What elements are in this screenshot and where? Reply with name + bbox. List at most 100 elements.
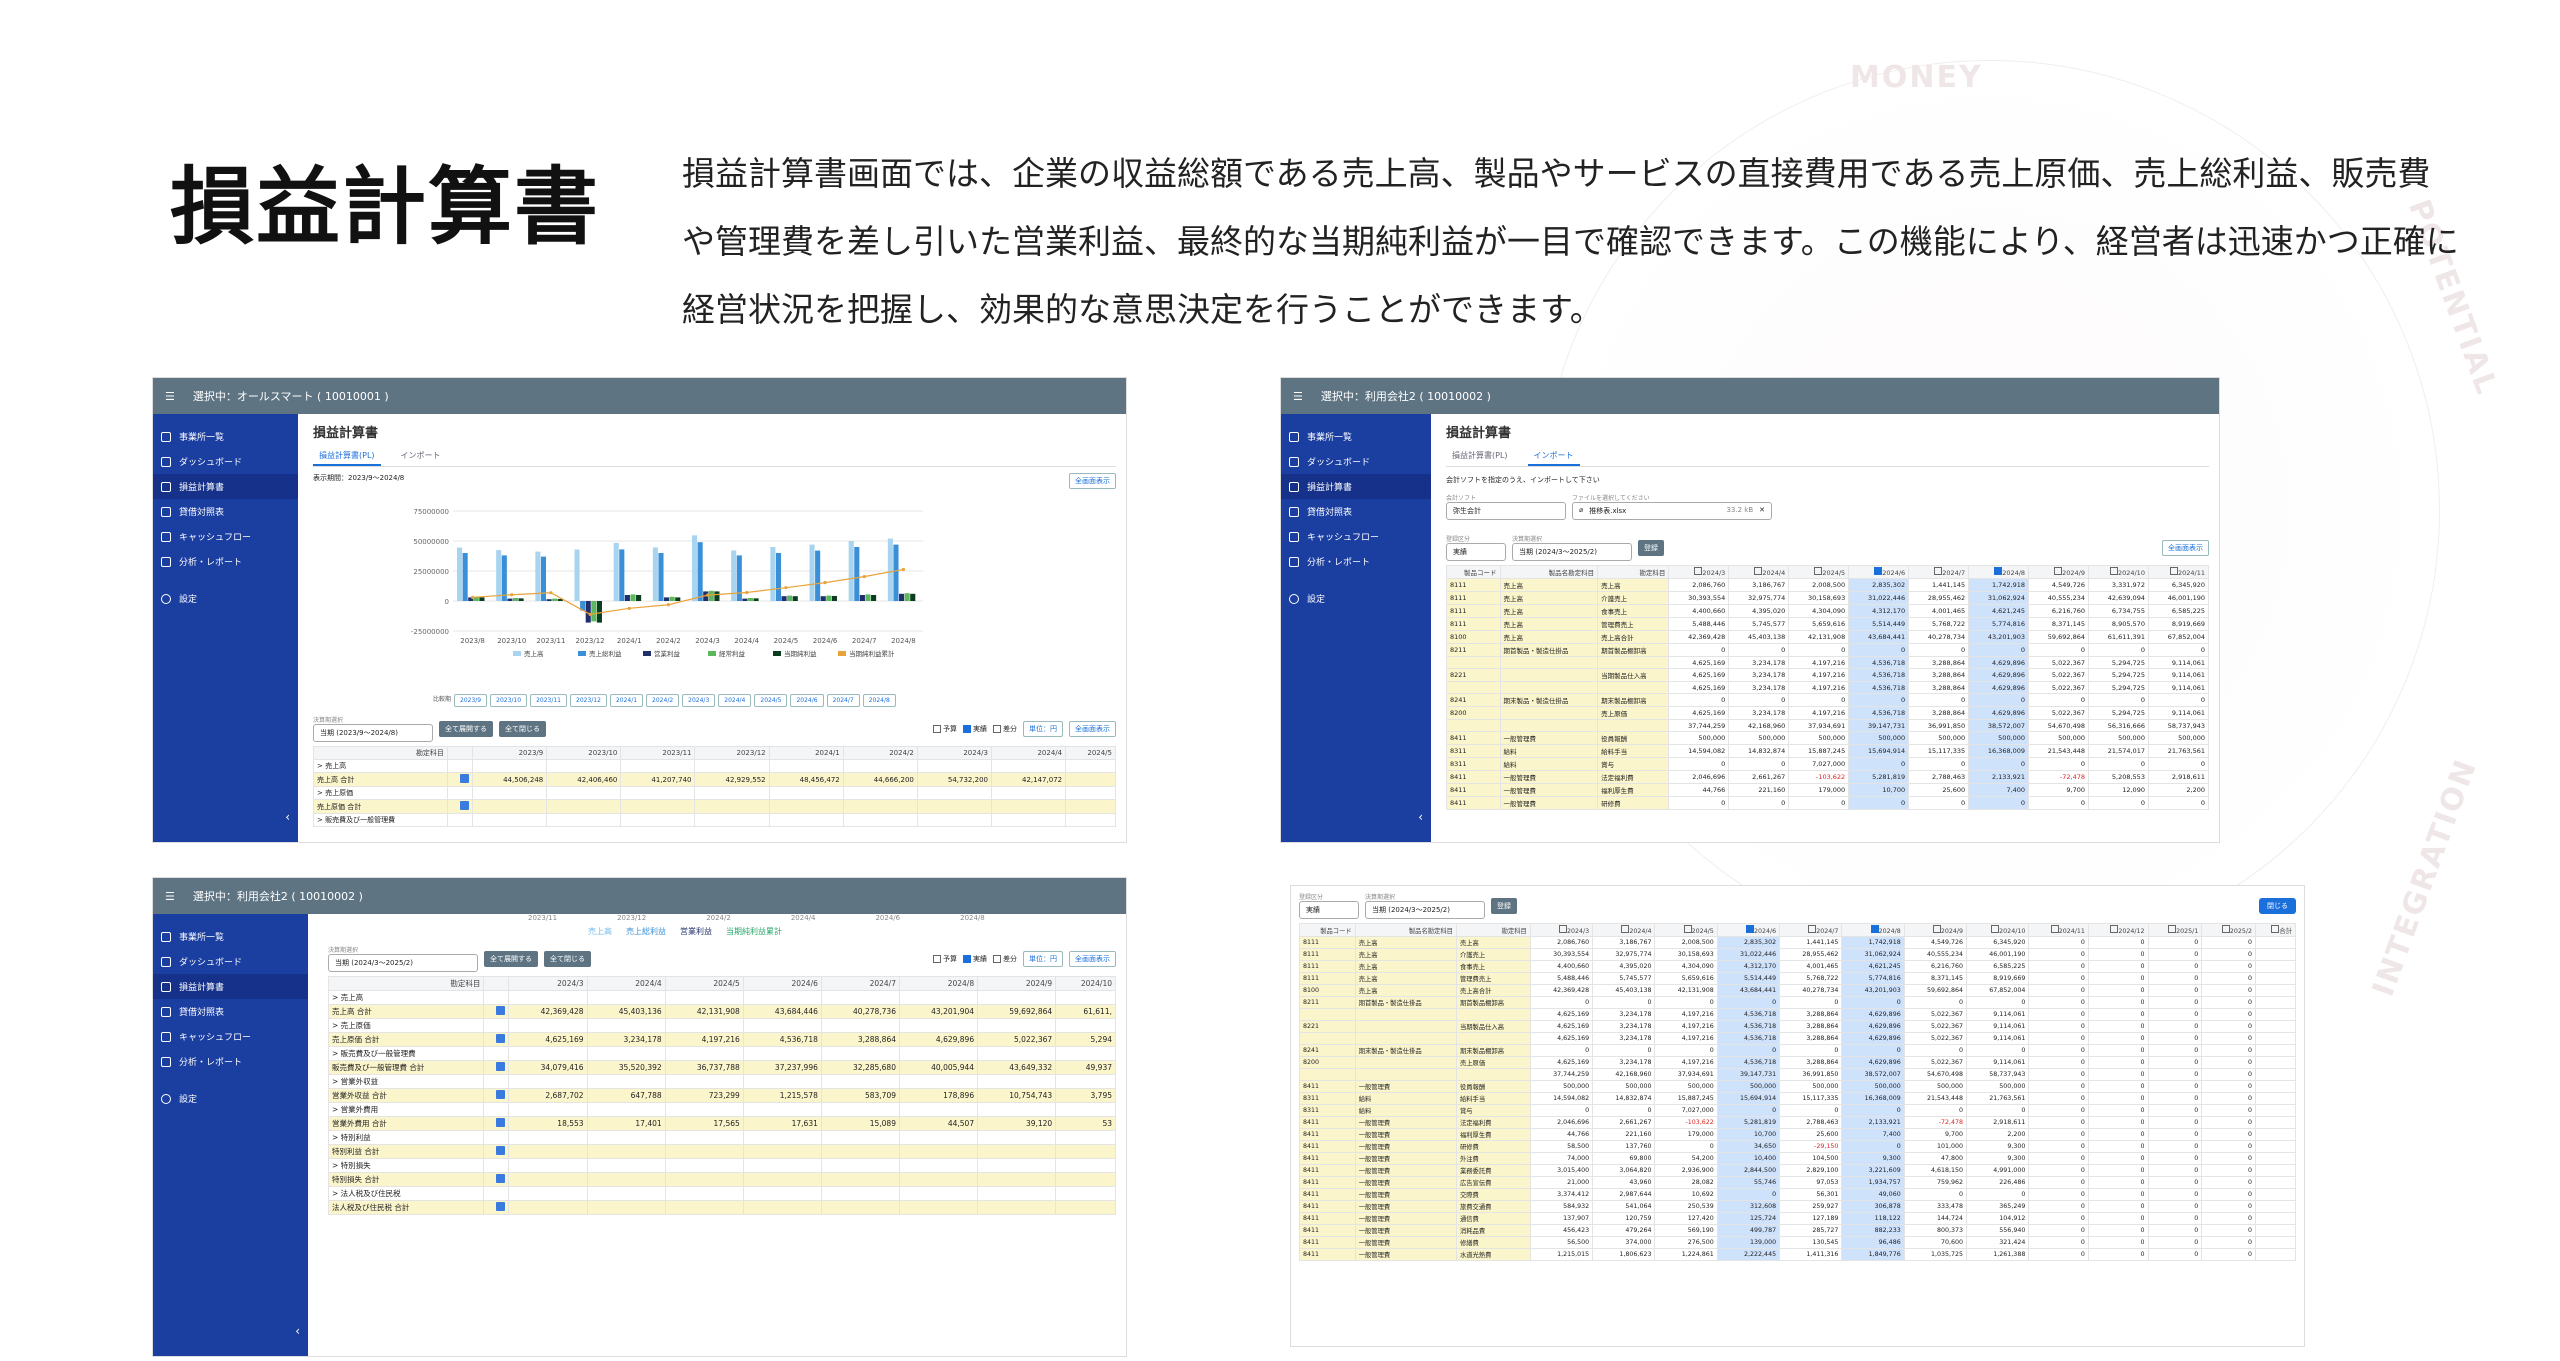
table-row[interactable]: 8411 一般管理費 福利厚生費 44,766 221,160 179,000 10,700…: [1446, 783, 2210, 797]
table-row[interactable]: 8411 一般管理費 修繕費 56,500 374,000 276,500 139,000 1…: [1299, 1236, 2296, 1249]
menu-icon[interactable]: ☰: [165, 390, 175, 403]
menu-icon[interactable]: ☰: [1293, 390, 1303, 403]
fullscreen-button[interactable]: 全画面表示: [1069, 950, 1116, 967]
budget-checkbox[interactable]: 予算: [933, 954, 957, 964]
table-row[interactable]: 8411 一般管理費 業務委託費 3,015,400 3,064,820 2,936,90…: [1299, 1164, 2296, 1177]
table-row[interactable]: 8100 売上高 売上高合計 42,369,428 45,403,138 42,131,9…: [1299, 984, 2296, 997]
sidebar-item-bs[interactable]: 貸借対照表: [153, 499, 298, 524]
collapse-sidebar-icon[interactable]: ‹: [285, 810, 290, 824]
table-row[interactable]: 8111 売上高 介護売上 30,393,554 32,975,774 30,158,69…: [1446, 591, 2210, 605]
register-button[interactable]: 登録: [1638, 539, 1664, 556]
sidebar-item-bs[interactable]: 貸借対照表: [1281, 499, 1431, 524]
table-row[interactable]: > 売上原価: [313, 786, 1116, 800]
table-row[interactable]: > 売上原価: [327, 1018, 1116, 1033]
table-row[interactable]: 8100 売上高 売上高合計 42,369,428 45,403,138 42,131,9…: [1446, 630, 2210, 644]
table-row[interactable]: 8111 売上高 売上高 2,086,760 3,186,767 2,008,500 2,8…: [1299, 936, 2296, 949]
software-select[interactable]: 弥生会計: [1446, 502, 1566, 520]
close-fullscreen-button[interactable]: 閉じる: [2259, 897, 2296, 914]
table-row[interactable]: 営業外収益 合計 2,687,702 647,788 723,299 1,215,578…: [327, 1088, 1116, 1103]
table-row[interactable]: 8211 期首製品・製造仕掛品 期首製品棚卸高 0 0 0 0 0 0 0 0 0: [1446, 643, 2210, 657]
type-select[interactable]: 実績: [1446, 543, 1506, 561]
table-row[interactable]: 8411 一般管理費 交際費 3,374,412 2,987,644 10,692 0 56,…: [1299, 1188, 2296, 1201]
collapse-all-button[interactable]: 全て閉じる: [499, 720, 546, 737]
sidebar-item-analysis[interactable]: 分析・レポート: [153, 549, 298, 574]
period-select[interactable]: 当期 (2023/9～2024/8): [313, 724, 433, 742]
pill[interactable]: 2024/8: [862, 694, 896, 707]
table-row[interactable]: 8411 一般管理費 役員報酬 500,000 500,000 500,000 500,00…: [1446, 731, 2210, 745]
sidebar-item-settings[interactable]: 設定: [153, 1086, 308, 1111]
table-row[interactable]: 37,744,259 42,168,960 37,934,691 39,147,731…: [1446, 719, 2210, 732]
file-input[interactable]: ⌀ 推移表.xlsx 33.2 kB ✕: [1572, 502, 1772, 520]
pill[interactable]: 2024/1: [609, 694, 644, 707]
diff-checkbox[interactable]: 差分: [993, 724, 1017, 734]
diff-checkbox[interactable]: 差分: [993, 954, 1017, 964]
collapse-sidebar-icon[interactable]: ‹: [295, 1324, 300, 1338]
sidebar-item-pl[interactable]: 損益計算書: [153, 474, 298, 499]
table-row[interactable]: 8311 給料 給料手当 14,594,082 14,832,874 15,887,245…: [1446, 744, 2210, 758]
column-checkbox[interactable]: [1991, 925, 2000, 933]
pill[interactable]: 2024/4: [718, 694, 752, 707]
detail-icon[interactable]: [496, 1034, 506, 1043]
table-row[interactable]: 8211 期首製品・製造仕掛品 期首製品棚卸高 0 0 0 0 0 0 0 0 0 0 0 0: [1299, 996, 2296, 1009]
pill[interactable]: 2024/6: [790, 694, 824, 707]
table-row[interactable]: > 営業外収益: [327, 1074, 1116, 1089]
column-checkbox[interactable]: [1683, 925, 1692, 933]
detail-icon[interactable]: [496, 1090, 506, 1099]
fullscreen-table-button[interactable]: 全画面表示: [1069, 720, 1116, 737]
table-row[interactable]: 4,625,169 3,234,178 4,197,216 4,536,718 3,28…: [1446, 681, 2210, 694]
sidebar-item-bs[interactable]: 貸借対照表: [153, 999, 308, 1024]
unit-select[interactable]: 単位：円: [1023, 950, 1063, 967]
pill[interactable]: 2024/7: [826, 694, 860, 707]
sidebar-item-offices[interactable]: 事業所一覧: [1281, 424, 1431, 449]
collapse-sidebar-icon[interactable]: ‹: [1418, 810, 1423, 824]
table-row[interactable]: 特別利益 合計: [327, 1144, 1116, 1159]
fullscreen-button[interactable]: 全画面表示: [1069, 473, 1116, 489]
table-row[interactable]: 8411 一般管理費 福利厚生費 44,766 221,160 179,000 10,700…: [1299, 1128, 2296, 1141]
detail-icon[interactable]: [496, 1174, 506, 1183]
table-row[interactable]: 8411 一般管理費 広告宣伝費 21,000 43,960 28,082 55,746 97…: [1299, 1176, 2296, 1189]
column-checkbox[interactable]: [1745, 925, 1754, 933]
table-row[interactable]: 8200 売上原価 4,625,169 3,234,178 4,197,216 4,536…: [1299, 1056, 2296, 1069]
pill[interactable]: 2023/10: [490, 694, 528, 707]
table-row[interactable]: 4,625,169 3,234,178 4,197,216 4,536,718 3,28…: [1299, 1008, 2296, 1021]
detail-icon[interactable]: [496, 1202, 506, 1211]
tab-pl[interactable]: 損益計算書(PL): [313, 447, 381, 466]
table-row[interactable]: 売上原価 合計 4,625,169 3,234,178 4,197,216 4,536,…: [327, 1032, 1116, 1047]
sidebar-item-cashflow[interactable]: キャッシュフロー: [153, 1024, 308, 1049]
sidebar-item-dashboard[interactable]: ダッシュボード: [153, 949, 308, 974]
table-row[interactable]: > 特別利益: [327, 1130, 1116, 1145]
table-row[interactable]: > 特別損失: [327, 1158, 1116, 1173]
table-row[interactable]: 4,625,169 3,234,178 4,197,216 4,536,718 3,28…: [1299, 1032, 2296, 1045]
table-row[interactable]: 8411 一般管理費 法定福利費 2,046,696 2,661,267 -103,622…: [1299, 1116, 2296, 1129]
column-checkbox[interactable]: [2221, 925, 2230, 933]
sidebar-item-settings[interactable]: 設定: [1281, 586, 1431, 611]
column-checkbox[interactable]: [2109, 567, 2118, 575]
table-row[interactable]: 8200 売上原価 4,625,169 3,234,178 4,197,216 4,536…: [1446, 706, 2210, 720]
tab-import[interactable]: インポート: [1527, 447, 1580, 466]
table-row[interactable]: > 法人税及び住民税: [327, 1186, 1116, 1201]
sidebar-item-offices[interactable]: 事業所一覧: [153, 924, 308, 949]
table-row[interactable]: > 販売費及び一般管理費: [313, 813, 1116, 827]
table-row[interactable]: 売上高 合計 44,506,248 42,406,460 41,207,740 42,9…: [313, 772, 1116, 787]
column-checkbox[interactable]: [2054, 567, 2063, 575]
table-row[interactable]: 8111 売上高 食事売上 4,400,660 4,395,020 4,304,090 4,…: [1446, 604, 2210, 618]
table-row[interactable]: 37,744,259 42,168,960 37,934,691 39,147,731…: [1299, 1068, 2296, 1081]
sidebar-item-analysis[interactable]: 分析・レポート: [153, 1049, 308, 1074]
table-row[interactable]: 8111 売上高 介護売上 30,393,554 32,975,774 30,158,69…: [1299, 948, 2296, 961]
unit-select[interactable]: 単位：円: [1023, 720, 1063, 737]
budget-checkbox[interactable]: 予算: [933, 724, 957, 734]
fullscreen-button[interactable]: 全画面表示: [2162, 539, 2209, 556]
column-checkbox[interactable]: [2050, 925, 2059, 933]
sidebar-item-settings[interactable]: 設定: [153, 586, 298, 611]
table-row[interactable]: > 売上高: [327, 990, 1116, 1005]
table-row[interactable]: 8241 期末製品・製造仕掛品 期末製品棚卸高 0 0 0 0 0 0 0 0 0: [1446, 693, 2210, 707]
table-row[interactable]: 8411 一般管理費 法定福利費 2,046,696 2,661,267 -103,622…: [1446, 770, 2210, 784]
table-row[interactable]: 8311 給料 賞与 0 0 7,027,000 0 0 0 0 0 0 0 0 0: [1299, 1104, 2296, 1117]
expand-all-button[interactable]: 全て展開する: [439, 720, 493, 737]
table-row[interactable]: 8311 給料 賞与 0 0 7,027,000 0 0 0 0 0 0: [1446, 757, 2210, 771]
table-row[interactable]: 8411 一般管理費 通信費 137,907 120,759 127,420 125,724…: [1299, 1212, 2296, 1225]
column-checkbox[interactable]: [2169, 567, 2178, 575]
actual-checkbox[interactable]: 実績: [963, 724, 987, 734]
column-checkbox[interactable]: [2168, 925, 2177, 933]
pill[interactable]: 2023/11: [530, 694, 567, 707]
